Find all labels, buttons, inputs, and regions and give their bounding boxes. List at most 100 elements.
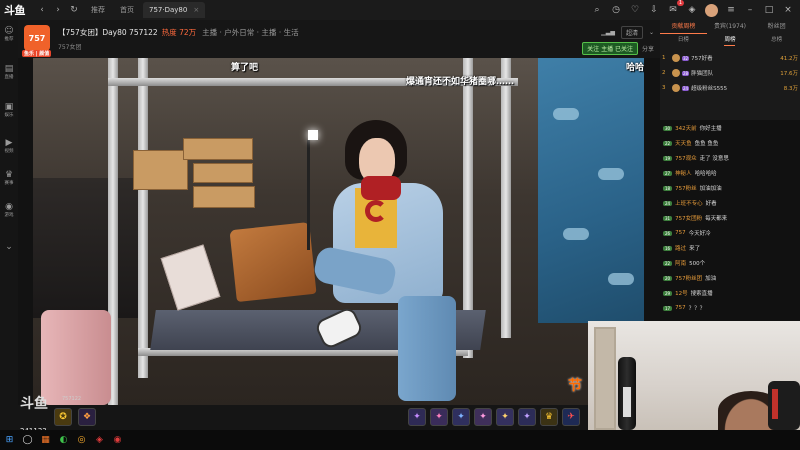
gift-item-icon[interactable]: ✦ xyxy=(474,408,492,426)
chat-message[interactable]: 22 天天鱼 鱼鱼 鱼鱼 xyxy=(663,137,797,149)
chat-user[interactable]: 757粉丝团 xyxy=(675,274,702,282)
search-icon[interactable]: ⌕ xyxy=(591,4,603,16)
tab-weekly-rank[interactable]: 贡献周榜 xyxy=(660,20,707,34)
chat-text: 每天都来 xyxy=(705,216,728,222)
download-icon[interactable]: ⇩ xyxy=(648,4,660,16)
gift-item-icon[interactable]: ✦ xyxy=(518,408,536,426)
follow-button[interactable]: 关注 主播 已关注 xyxy=(582,42,638,55)
app-logo[interactable]: 斗鱼 xyxy=(0,0,34,20)
chat-message[interactable]: 29 12号 搜索直播 xyxy=(663,287,797,299)
chat-user[interactable]: 路过 xyxy=(675,244,686,252)
gift-item-icon[interactable]: ✈ xyxy=(562,408,580,426)
tab-room[interactable]: 757·Day80 × xyxy=(143,2,206,18)
gift-icon[interactable]: ◈ xyxy=(686,4,698,16)
badge-icon[interactable]: ✪ xyxy=(54,408,72,426)
chat-message[interactable]: 27 神秘人 哈哈哈哈 xyxy=(663,167,797,179)
rank-row[interactable]: 1 32 757好看 41.2万 xyxy=(662,52,798,64)
rank-row[interactable]: 2 28 胖猫团队 17.6万 xyxy=(662,67,798,79)
history-icon[interactable]: ◷ xyxy=(610,4,622,16)
chevron-down-icon[interactable]: ⌄ xyxy=(649,29,654,36)
back-icon[interactable]: ‹ xyxy=(34,0,50,20)
subtab-week[interactable]: 周榜 xyxy=(724,34,736,46)
room-logo[interactable]: 757 鱼乐 | 颜值 xyxy=(22,25,52,57)
share-button[interactable]: 分享 xyxy=(642,44,654,53)
danmu-comment: 算了吧 xyxy=(231,63,259,73)
chat-message[interactable]: 31 757女团粉 每天都来 xyxy=(663,212,797,224)
rank-row[interactable]: 3 24 超级粉丝S555 8.3万 xyxy=(662,82,798,94)
chat-user[interactable]: 12号 xyxy=(675,289,688,297)
app-icon[interactable]: ◎ xyxy=(76,435,87,446)
minimize-icon[interactable]: – xyxy=(744,4,756,16)
chat-message[interactable]: 18 757粉丝 加油加油 xyxy=(663,182,797,194)
close-window-icon[interactable]: × xyxy=(782,4,794,16)
chat-message[interactable]: 24 上班不专心 好看 xyxy=(663,197,797,209)
chat-text: 来了 xyxy=(689,246,701,252)
weibo-icon[interactable]: ◉ xyxy=(112,435,123,446)
quality-select[interactable]: 超清 xyxy=(620,26,643,39)
maximize-icon[interactable]: □ xyxy=(763,4,775,16)
chat-user[interactable]: 上班不专心 xyxy=(675,199,703,207)
rank-name: 胖猫团队 xyxy=(691,71,714,77)
rail-item-game[interactable]: ◉ 游戏 xyxy=(0,202,18,219)
rail-item-video[interactable]: ▶ 视频 xyxy=(0,138,18,155)
chat-user[interactable]: 757观众 xyxy=(675,154,697,162)
mail-badge: 1 xyxy=(676,0,684,6)
chat-message[interactable]: 26 757 今天好冷 xyxy=(663,227,797,239)
rail-label: 游戏 xyxy=(4,212,14,218)
cloud-pattern xyxy=(563,228,589,240)
close-icon[interactable]: × xyxy=(193,6,199,14)
gift-item-icon[interactable]: ✦ xyxy=(452,408,470,426)
rank-number: 1 xyxy=(662,55,666,61)
video-player[interactable]: 算了吧 爆通宵还不如华猪圈哪…… 哈哈哈 节 xyxy=(33,58,644,405)
chat-list[interactable]: 30 342天前 你好主播 22 天天鱼 鱼鱼 鱼鱼 19 757观众 走了 没意思 27 神… xyxy=(660,120,800,321)
chat-user[interactable]: 757粉丝 xyxy=(675,184,697,192)
rail-item-fun[interactable]: ▣ 娱乐 xyxy=(0,102,18,119)
subtab-day[interactable]: 日榜 xyxy=(678,34,689,46)
chat-user[interactable]: 阿南 xyxy=(675,259,686,267)
tab-recommend[interactable]: 推荐 xyxy=(85,2,111,18)
forward-icon[interactable]: › xyxy=(50,0,66,20)
gift-item-icon[interactable]: ✦ xyxy=(408,408,426,426)
gift-item-icon[interactable]: ✦ xyxy=(496,408,514,426)
chat-text: 好看 xyxy=(705,201,717,207)
room-tags[interactable]: 主播 · 户外日常 · 主播 · 生活 xyxy=(202,28,298,37)
rail-item-event[interactable]: ♛ 赛事 xyxy=(0,170,18,187)
handbag xyxy=(229,222,317,302)
menu-icon[interactable]: ≡ xyxy=(725,4,737,16)
app-icon[interactable]: ◈ xyxy=(94,435,105,446)
app-icon[interactable]: ▦ xyxy=(40,435,51,446)
browser-icon[interactable]: ◐ xyxy=(58,435,69,446)
festival-icon[interactable]: 节 xyxy=(568,375,582,395)
collapse-icon[interactable]: ⌄ xyxy=(0,242,18,252)
taskbar: ⊞ ◯ ▦ ◐ ◎ ◈ ◉ xyxy=(0,430,800,450)
gift-item-icon[interactable]: ♛ xyxy=(540,408,558,426)
tab-home[interactable]: 首页 xyxy=(114,2,140,18)
chat-message[interactable]: 30 342天前 你好主播 xyxy=(663,122,797,134)
chat-message[interactable]: 20 757粉丝团 加油 xyxy=(663,272,797,284)
chat-user[interactable]: 342天前 xyxy=(675,124,697,132)
mail-icon[interactable]: ✉ 1 xyxy=(667,0,684,16)
refresh-icon[interactable]: ↻ xyxy=(66,0,82,20)
chat-message[interactable]: 19 757观众 走了 没意思 xyxy=(663,152,797,164)
fan-badge-icon[interactable]: ❖ xyxy=(78,408,96,426)
chat-user[interactable]: 757 xyxy=(675,230,686,236)
chat-user[interactable]: 757 xyxy=(675,305,686,311)
subtab-total[interactable]: 总榜 xyxy=(771,34,782,46)
search-icon[interactable]: ◯ xyxy=(22,435,33,446)
windows-start-icon[interactable]: ⊞ xyxy=(4,435,15,446)
heart-icon[interactable]: ♡ xyxy=(629,4,641,16)
rail-item-live[interactable]: ▤ 直播 xyxy=(0,64,18,81)
rail-item-recommend[interactable]: ☺ 推荐 xyxy=(0,26,18,43)
chat-user[interactable]: 天天鱼 xyxy=(675,139,692,147)
chat-message[interactable]: 17 757？？？ xyxy=(663,302,797,314)
tab-vip[interactable]: 贵宾(1974) xyxy=(707,20,754,34)
chat-user[interactable]: 神秘人 xyxy=(675,169,692,177)
avatar[interactable] xyxy=(705,3,718,17)
level-badge: 24 xyxy=(682,85,690,91)
gift-item-icon[interactable]: ✦ xyxy=(430,408,448,426)
chat-user[interactable]: 757女团粉 xyxy=(675,214,702,222)
avatar xyxy=(672,84,680,92)
chat-message[interactable]: 16 路过 来了 xyxy=(663,242,797,254)
chat-message[interactable]: 22 阿南 500个 xyxy=(663,257,797,269)
tab-fan-club[interactable]: 粉丝团 xyxy=(753,20,800,34)
